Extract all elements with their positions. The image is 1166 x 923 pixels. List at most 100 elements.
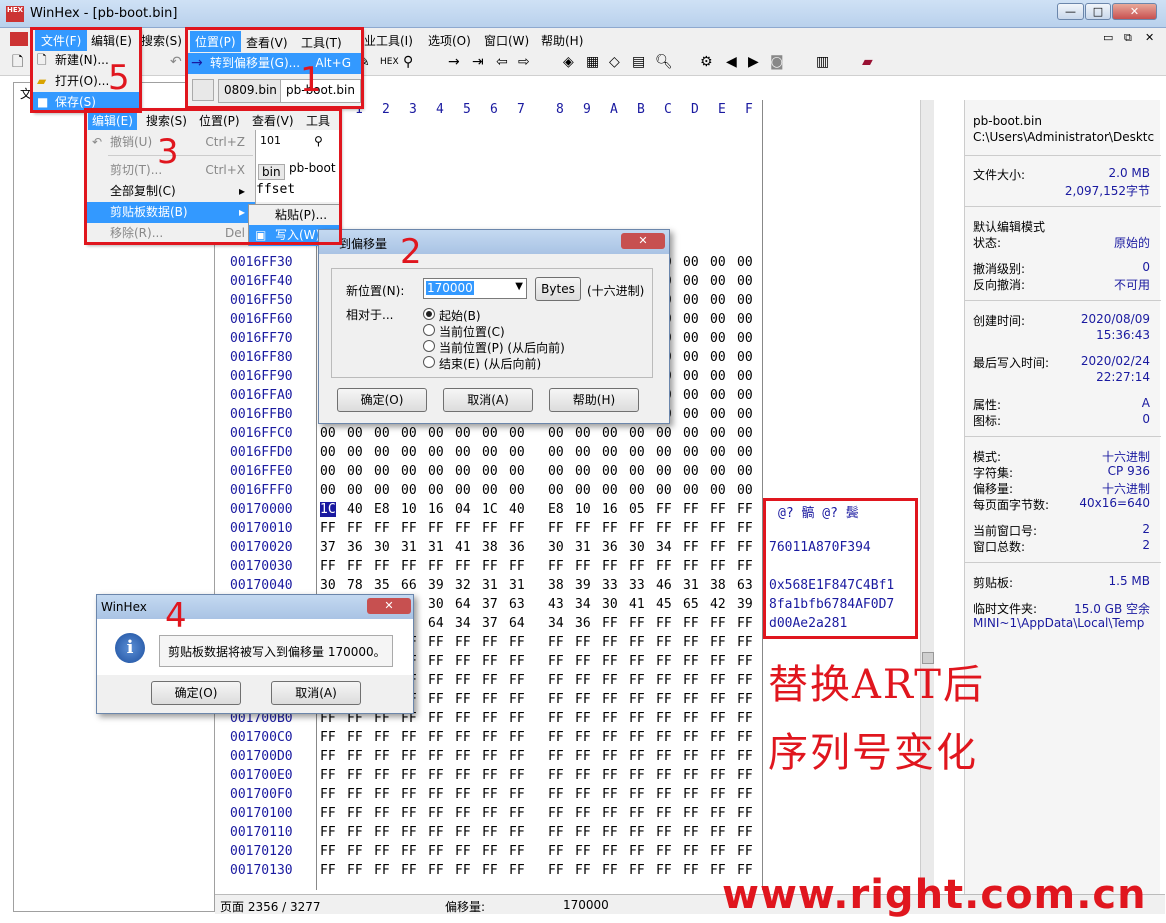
close-button[interactable]: ✕ <box>1112 3 1157 20</box>
hex-byte[interactable]: FF <box>428 844 444 859</box>
hex-byte[interactable]: FF <box>683 521 699 536</box>
hex-byte[interactable]: FF <box>455 825 471 840</box>
hex-byte[interactable]: FF <box>629 863 645 878</box>
hex-byte[interactable]: 00 <box>602 464 618 479</box>
hex-byte[interactable]: FF <box>710 711 726 726</box>
hex-byte[interactable]: 00 <box>374 483 390 498</box>
ok-button[interactable]: 确定(O) <box>337 388 427 412</box>
hex-row[interactable]: 00170030 FF FF FF FF FF FF FF FF FF FF FF FF FF FF FF FF <box>215 558 760 577</box>
hex-byte[interactable]: FF <box>548 711 564 726</box>
hex-byte[interactable]: FF <box>575 825 591 840</box>
hex-byte[interactable]: 36 <box>602 540 618 555</box>
hex-byte[interactable]: 65 <box>683 597 699 612</box>
hex-byte[interactable]: FF <box>602 635 618 650</box>
hex-byte[interactable]: FF <box>602 768 618 783</box>
hex-byte[interactable]: FF <box>548 825 564 840</box>
hex-byte[interactable]: FF <box>629 768 645 783</box>
hex-byte[interactable]: FF <box>710 787 726 802</box>
cancel-button[interactable]: 取消(A) <box>443 388 533 412</box>
hex-byte[interactable]: 00 <box>455 426 471 441</box>
hex-byte[interactable]: 38 <box>710 578 726 593</box>
hex-byte[interactable]: FF <box>455 844 471 859</box>
hex-byte[interactable]: 00 <box>320 445 336 460</box>
hex-byte[interactable]: FF <box>401 521 417 536</box>
hex-byte[interactable]: FF <box>629 806 645 821</box>
hex-byte[interactable]: 37 <box>482 597 498 612</box>
help-button[interactable]: 帮助(H) <box>549 388 639 412</box>
hex-byte[interactable]: FF <box>509 654 525 669</box>
hex-byte[interactable]: FF <box>683 616 699 631</box>
menu-edit-open[interactable]: 编辑(E) <box>88 111 137 130</box>
hex-byte[interactable]: 34 <box>656 540 672 555</box>
hex-byte[interactable]: 32 <box>455 578 471 593</box>
hex-byte[interactable]: FF <box>455 749 471 764</box>
hex-byte[interactable]: FF <box>629 692 645 707</box>
hex-byte[interactable]: FF <box>575 806 591 821</box>
hex-byte[interactable]: 78 <box>347 578 363 593</box>
hex-byte[interactable]: FF <box>683 768 699 783</box>
hex-byte[interactable]: FF <box>455 673 471 688</box>
hex-byte[interactable]: FF <box>656 711 672 726</box>
hex-byte[interactable]: FF <box>602 844 618 859</box>
hex-byte[interactable]: FF <box>710 673 726 688</box>
binoculars-icon[interactable]: ⚲ <box>403 54 413 70</box>
hex-byte[interactable]: FF <box>575 673 591 688</box>
hex-byte[interactable]: FF <box>656 787 672 802</box>
hex-byte[interactable]: FF <box>482 654 498 669</box>
hex-byte[interactable]: 00 <box>320 483 336 498</box>
hex-byte[interactable]: 00 <box>737 331 753 346</box>
hex-byte[interactable]: FF <box>629 635 645 650</box>
hex-byte[interactable]: FF <box>683 502 699 517</box>
hex-byte[interactable]: FF <box>401 768 417 783</box>
hex-byte[interactable]: FF <box>656 806 672 821</box>
hex-byte[interactable]: FF <box>548 806 564 821</box>
menu-edit[interactable]: 编辑(E) <box>91 32 132 49</box>
chevron-down-icon[interactable]: ▼ <box>515 281 523 292</box>
hex-byte[interactable]: FF <box>548 730 564 745</box>
hex-byte[interactable]: FF <box>737 502 753 517</box>
hex-byte[interactable]: FF <box>455 711 471 726</box>
hex-byte[interactable]: FF <box>428 787 444 802</box>
undo-icon[interactable]: ↶ <box>170 54 182 70</box>
hex-byte[interactable]: 41 <box>455 540 471 555</box>
hex-byte[interactable]: 00 <box>737 312 753 327</box>
hex-byte[interactable]: 00 <box>548 483 564 498</box>
hex-byte[interactable]: 46 <box>656 578 672 593</box>
hex-byte[interactable]: FF <box>737 673 753 688</box>
hex-byte[interactable]: 00 <box>683 350 699 365</box>
hex-byte[interactable]: 00 <box>683 255 699 270</box>
hex-byte[interactable]: 00 <box>428 445 444 460</box>
hex-byte[interactable]: 64 <box>509 616 525 631</box>
calculator-icon[interactable]: ▤ <box>632 54 645 70</box>
hex-byte[interactable]: FF <box>629 559 645 574</box>
radio-beginning[interactable] <box>423 308 435 320</box>
hex-byte[interactable]: FF <box>602 711 618 726</box>
hex-byte[interactable]: 00 <box>683 483 699 498</box>
hex-byte[interactable]: FF <box>629 673 645 688</box>
tab-0809[interactable]: 0809.bin <box>218 79 283 103</box>
hex-byte[interactable]: 00 <box>320 426 336 441</box>
hex-byte[interactable]: 00 <box>428 464 444 479</box>
hex-byte[interactable]: FF <box>509 844 525 859</box>
hex-byte[interactable]: 10 <box>401 502 417 517</box>
hex-byte[interactable]: FF <box>710 844 726 859</box>
radio-current[interactable] <box>423 324 435 336</box>
forward-icon[interactable]: ⇨ <box>518 54 530 70</box>
mdi-minimize-icon[interactable]: ▭ <box>1103 31 1113 44</box>
hex-byte[interactable]: 00 <box>602 426 618 441</box>
hex-byte[interactable]: FF <box>347 825 363 840</box>
hex-byte[interactable]: FF <box>683 711 699 726</box>
menu-item-paste[interactable]: 粘贴(P)... <box>249 205 340 226</box>
mdi-restore-icon[interactable]: ⧉ <box>1124 31 1132 45</box>
hex-byte[interactable]: 33 <box>629 578 645 593</box>
menu-position-2[interactable]: 位置(P) <box>199 112 240 129</box>
hex-byte[interactable]: 31 <box>509 578 525 593</box>
hex-byte[interactable]: FF <box>710 768 726 783</box>
hex-byte[interactable]: 30 <box>602 597 618 612</box>
hex-byte[interactable]: FF <box>737 616 753 631</box>
hex-byte[interactable]: FF <box>401 787 417 802</box>
hex-byte[interactable]: FF <box>548 521 564 536</box>
hex-byte[interactable]: FF <box>347 768 363 783</box>
menu-window[interactable]: 窗口(W) <box>484 32 529 49</box>
hex-byte[interactable]: FF <box>737 844 753 859</box>
